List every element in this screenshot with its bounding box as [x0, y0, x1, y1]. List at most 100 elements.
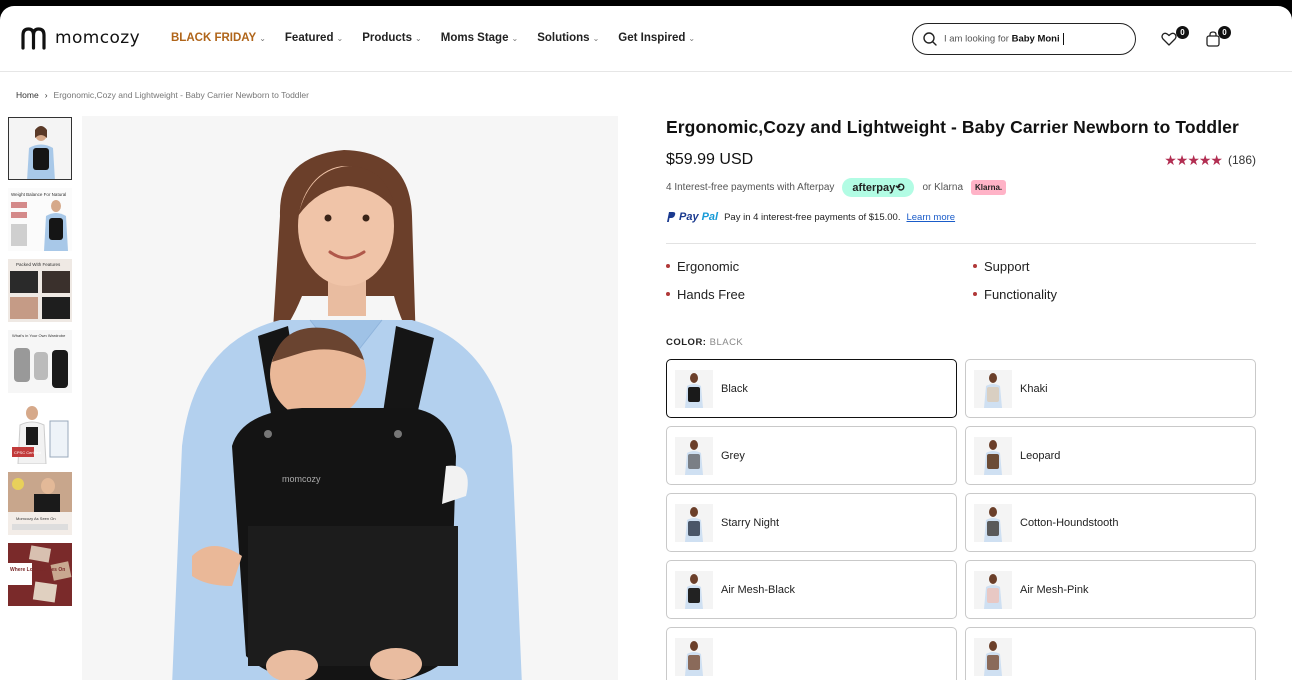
nav-label: Featured [284, 32, 334, 44]
color-option[interactable] [666, 627, 957, 680]
afterpay-badge[interactable]: afterpay⟲ [842, 178, 915, 197]
thumbnail-7[interactable]: Where Love Carries On [8, 543, 72, 606]
bullet-icon [973, 264, 977, 268]
thumbnail-4[interactable]: What's in Your Own Wardrobe [8, 330, 72, 393]
search-text: I am looking for Baby Moni [944, 33, 1064, 45]
thumbnail-image: Where Love Carries On [8, 543, 72, 606]
carrier-logo-text: momcozy [282, 474, 321, 484]
chevron-down-icon: ⌄ [259, 33, 266, 43]
color-option-label: Starry Night [721, 516, 780, 529]
breadcrumb: Home › Ergonomic,Cozy and Lightweight - … [16, 90, 309, 100]
nav-solutions[interactable]: Solutions ⌄ [537, 32, 599, 44]
nav-get-inspired[interactable]: Get Inspired ⌄ [618, 32, 695, 44]
afterpay-text: 4 Interest-free payments with Afterpay [666, 182, 835, 193]
chevron-down-icon: ⌄ [688, 33, 696, 43]
nav-black-friday[interactable]: BLACK FRIDAY ⌄ [171, 32, 266, 44]
color-option-label: Air Mesh-Black [721, 583, 795, 596]
color-option-label: Grey [721, 449, 745, 462]
thumbnail-list: Weight Balance For Natural Packed With F… [8, 117, 72, 614]
paypal-logo-a: Pay [679, 211, 699, 223]
product-info: Ergonomic,Cozy and Lightweight - Baby Ca… [666, 116, 1256, 680]
momcozy-logo-icon [21, 27, 46, 50]
breadcrumb-home[interactable]: Home [16, 90, 39, 100]
site-header: momcozy BLACK FRIDAY ⌄ Featured ⌄ Products… [0, 6, 1292, 72]
search-input[interactable]: I am looking for Baby Moni [912, 23, 1136, 55]
feature-list: Ergonomic Support Hands Free Functionali… [666, 257, 1256, 303]
color-option[interactable]: Cotton-Houndstooth [965, 493, 1256, 552]
nav-featured[interactable]: Featured ⌄ [285, 32, 343, 44]
search-icon [923, 32, 937, 46]
search-value: Baby Moni [1011, 33, 1060, 45]
feature-item: Hands Free [666, 285, 973, 303]
color-option[interactable]: Leopard [965, 426, 1256, 485]
color-option[interactable]: Air Mesh-Black [666, 560, 957, 619]
thumbnail-text: Weight Balance For Natural [11, 192, 66, 197]
nav-products[interactable]: Products ⌄ [362, 32, 422, 44]
thumbnail-image: What's in Your Own Wardrobe [8, 330, 72, 393]
paypal-icon [667, 212, 676, 222]
thumbnail-5[interactable]: CPSC Certified [8, 401, 72, 464]
feature-label: Support [984, 258, 1030, 274]
thumbnail-3[interactable]: Packed With Features [8, 259, 72, 322]
breadcrumb-current: Ergonomic,Cozy and Lightweight - Baby Ca… [53, 90, 309, 100]
feature-label: Ergonomic [677, 258, 740, 274]
thumbnail-2[interactable]: Weight Balance For Natural [8, 188, 72, 251]
brand-logo[interactable]: momcozy [20, 26, 140, 50]
paypal-logo: Pay Pal [666, 211, 718, 223]
color-option[interactable]: Starry Night [666, 493, 957, 552]
thumbnail-text: CPSC Certified [14, 450, 41, 455]
color-label-value: BLACK [709, 337, 744, 348]
thumbnail-6[interactable]: Momcozy As Seen On [8, 472, 72, 535]
color-option[interactable]: Grey [666, 426, 957, 485]
color-option[interactable]: Air Mesh-Pink [965, 560, 1256, 619]
thumbnail-1[interactable] [8, 117, 72, 180]
main-product-image[interactable]: momcozy [82, 116, 618, 680]
review-count: (186) [1227, 153, 1256, 167]
thumbnail-image: Momcozy As Seen On [8, 472, 72, 535]
nav-label: Get Inspired [618, 32, 686, 44]
chevron-down-icon: ⌄ [511, 33, 519, 43]
thumbnail-image: Weight Balance For Natural [8, 188, 72, 251]
color-option-image [675, 503, 713, 542]
nav-label: Products [362, 32, 413, 44]
price-row: $59.99 USD ★★★★★ (186) [666, 151, 1256, 169]
color-option-label: Cotton-Houndstooth [1020, 516, 1119, 529]
paypal-logo-b: Pal [701, 211, 719, 223]
paypal-row: Pay Pal Pay in 4 interest-free payments o… [666, 211, 1256, 223]
thumbnail-image: CPSC Certified [8, 401, 72, 464]
thumbnail-image [9, 118, 71, 179]
color-option-label: Leopard [1020, 449, 1061, 462]
color-option-image [974, 637, 1012, 676]
thumbnail-text: What's in Your Own Wardrobe [12, 333, 66, 338]
color-option[interactable]: Khaki [965, 359, 1256, 418]
color-option-label: Black [721, 382, 748, 395]
wishlist-count-badge: 0 [1176, 26, 1189, 39]
feature-item: Ergonomic [666, 257, 973, 275]
installment-row: 4 Interest-free payments with Afterpay a… [666, 178, 1256, 197]
rating[interactable]: ★★★★★ (186) [1164, 152, 1256, 169]
bullet-icon [666, 292, 670, 296]
klarna-badge[interactable]: Klarna. [971, 180, 1007, 195]
page-frame: momcozy BLACK FRIDAY ⌄ Featured ⌄ Products… [0, 6, 1292, 680]
color-option-image [675, 637, 713, 676]
chevron-right-icon: › [44, 90, 48, 100]
nav-label: Solutions [537, 32, 590, 44]
nav-moms-stage[interactable]: Moms Stage ⌄ [441, 32, 518, 44]
color-option-image [675, 570, 713, 609]
chevron-down-icon: ⌄ [336, 33, 344, 43]
brand-name: momcozy [55, 28, 141, 48]
color-option-label: Air Mesh-Pink [1020, 583, 1089, 596]
product-photo: momcozy [82, 116, 618, 680]
chevron-down-icon: ⌄ [415, 33, 422, 43]
learn-more-link[interactable]: Learn more [906, 212, 955, 223]
color-label: COLOR: BLACK [666, 337, 1256, 348]
bullet-icon [666, 264, 670, 268]
feature-item: Functionality [973, 285, 1253, 303]
color-option[interactable] [965, 627, 1256, 680]
color-option[interactable]: Black [666, 359, 957, 418]
cart-count-badge: 0 [1218, 26, 1231, 39]
product-price: $59.99 USD [666, 151, 754, 168]
nav-label: BLACK FRIDAY [171, 32, 257, 44]
color-option-image [675, 369, 713, 408]
feature-label: Hands Free [677, 286, 745, 302]
